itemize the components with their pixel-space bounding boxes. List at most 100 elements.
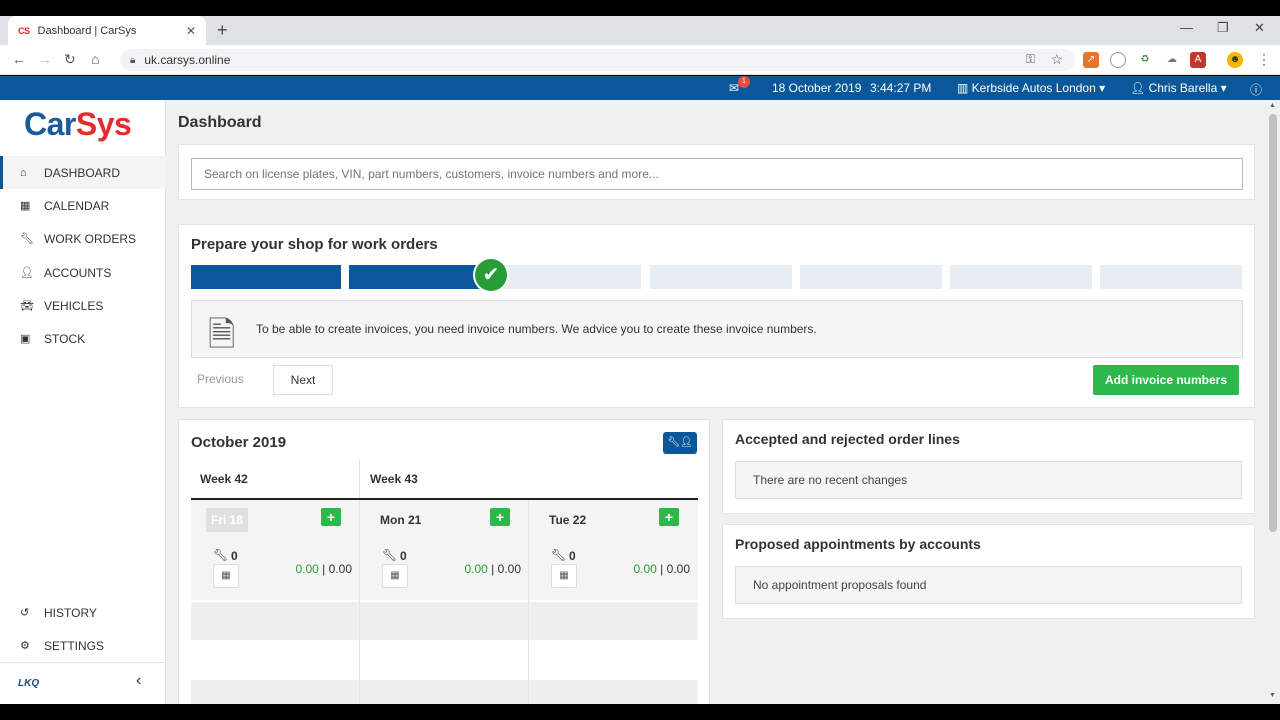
carsys-logo[interactable]: CarSys xyxy=(24,106,132,143)
day-label: Fri 18 xyxy=(206,508,249,532)
sidebar-item-history[interactable]: ↺ HISTORY xyxy=(0,596,166,629)
bottom-black-bar xyxy=(0,704,1280,720)
bookmark-star-icon[interactable]: ☆ xyxy=(1050,51,1063,68)
home-icon[interactable]: ⌂ xyxy=(91,51,99,67)
sidebar-item-accounts[interactable]: 👤︎ ACCOUNTS xyxy=(0,256,166,289)
step-complete-check-icon: ✔ xyxy=(473,257,509,293)
document-icon: 🗎︎ xyxy=(208,316,236,354)
calendar-day-icon[interactable]: ▦ xyxy=(213,564,239,588)
day-divider xyxy=(359,500,360,720)
reload-icon[interactable]: ↻ xyxy=(64,51,76,68)
key-icon[interactable]: ⚿ xyxy=(1026,52,1035,67)
user-menu[interactable]: 👤︎ Chris Barella ▾ xyxy=(1130,81,1227,95)
sidebar-item-work-orders[interactable]: 🔧︎ WORK ORDERS xyxy=(0,222,166,255)
forward-icon[interactable]: → xyxy=(38,51,52,67)
browser-tab-strip: CS Dashboard | CarSys ✕ + — ❐ ✕ xyxy=(0,16,1280,45)
sidebar-item-calendar[interactable]: ▦ CALENDAR xyxy=(0,189,166,222)
add-appointment-button[interactable]: + xyxy=(321,508,341,526)
calendar-day-icon[interactable]: ▦ xyxy=(382,564,408,588)
sidebar-item-label: WORK ORDERS xyxy=(44,231,137,246)
current-time: 3:44:27 PM xyxy=(870,81,932,95)
app-window: CS Dashboard | CarSys ✕ + — ❐ ✕ ← → ↻ ⌂ … xyxy=(0,0,1280,720)
sidebar-item-label: ACCOUNTS xyxy=(44,265,112,280)
help-icon[interactable]: ⓘ xyxy=(1250,81,1262,98)
sidebar-item-dashboard[interactable]: ⌂ DASHBOARD xyxy=(0,156,166,189)
amount-done: 0.00 xyxy=(464,562,488,576)
calendar-filter-button[interactable]: 🔧︎👤︎ xyxy=(663,432,697,454)
progress-step-5 xyxy=(800,265,942,289)
user-icon: 👤︎ xyxy=(20,267,34,279)
sidebar-item-vehicles[interactable]: 🚘︎ VEHICLES xyxy=(0,289,166,322)
progress-step-6 xyxy=(950,265,1092,289)
search-card xyxy=(178,144,1255,200)
lkq-logo: LKQ xyxy=(18,678,40,689)
minimize-icon[interactable]: — xyxy=(1180,20,1193,35)
url-field[interactable]: 🔒︎ uk.carsys.online ⚿ ☆ xyxy=(120,49,1075,71)
back-icon[interactable]: ← xyxy=(12,51,26,67)
extension-cloud-icon[interactable]: ☁ xyxy=(1164,52,1180,68)
sidebar-item-label: DASHBOARD xyxy=(44,165,121,180)
extension-circle-icon[interactable] xyxy=(1110,52,1126,68)
order-lines-title: Accepted and rejected order lines xyxy=(735,431,960,447)
gear-icon: ⚙ xyxy=(20,640,30,652)
search-input[interactable] xyxy=(191,158,1243,190)
amount-done: 0.00 xyxy=(633,562,657,576)
sidebar: CarSys ⌂ DASHBOARD ▦ CALENDAR 🔧︎ WORK ORDER… xyxy=(0,100,166,704)
garage-selector[interactable]: ▥ Kerbside Autos London ▾ xyxy=(957,81,1105,95)
onboarding-info-box: 🗎︎ To be able to create invoices, you ne… xyxy=(191,300,1243,358)
browser-menu-icon[interactable]: ⋮ xyxy=(1257,51,1271,68)
day-cell-fri-18[interactable]: Fri 18 + 🔧︎ 0 ▦ 0.00 | 0.00 xyxy=(191,500,360,600)
notification-badge: 1 xyxy=(738,76,750,88)
user-icon: 👤︎ xyxy=(1130,81,1149,95)
appointments-card: Proposed appointments by accounts No app… xyxy=(722,524,1255,619)
wrench-icon: 🔧︎ xyxy=(382,548,398,562)
new-tab-icon[interactable]: + xyxy=(217,20,228,41)
calendar-card: October 2019 🔧︎👤︎ Week 42 Week 43 Fri 18… xyxy=(178,419,710,720)
amount-total: 0.00 xyxy=(666,562,690,576)
sidebar-item-label: HISTORY xyxy=(44,605,97,620)
scroll-up-icon[interactable]: ▲ xyxy=(1269,102,1276,109)
day-cell-tue-22[interactable]: Tue 22 + 🔧︎ 0 ▦ 0.00 | 0.00 xyxy=(529,500,698,600)
scroll-down-icon[interactable]: ▼ xyxy=(1269,692,1276,699)
car-icon: 🚘︎ xyxy=(20,300,34,312)
work-order-count: 0 xyxy=(569,549,576,563)
page-scrollbar[interactable]: ▲ ▼ xyxy=(1266,100,1280,704)
week-label: Week 43 xyxy=(370,472,418,486)
collapse-sidebar-icon[interactable]: ‹ xyxy=(136,672,141,690)
day-amount: 0.00 | 0.00 xyxy=(464,562,521,576)
user-name: Chris Barella xyxy=(1148,81,1218,95)
add-invoice-numbers-button[interactable]: Add invoice numbers xyxy=(1093,365,1239,395)
previous-button[interactable]: Previous xyxy=(197,372,244,386)
appointments-title: Proposed appointments by accounts xyxy=(735,536,981,552)
wrench-icon: 🔧︎ xyxy=(20,233,34,245)
amount-done: 0.00 xyxy=(295,562,319,576)
work-order-count: 0 xyxy=(400,549,407,563)
scrollbar-thumb[interactable] xyxy=(1269,114,1277,532)
restore-icon[interactable]: ❐ xyxy=(1217,20,1229,36)
address-bar-row: ← → ↻ ⌂ 🔒︎ uk.carsys.online ⚿ ☆ ↗ ♻ ☁ A … xyxy=(0,45,1280,75)
profile-avatar[interactable]: ☻ xyxy=(1227,52,1243,68)
browser-tab[interactable]: CS Dashboard | CarSys ✕ xyxy=(8,16,206,45)
window-close-icon[interactable]: ✕ xyxy=(1254,20,1265,36)
wrench-icon: 🔧︎ xyxy=(213,548,229,562)
add-appointment-button[interactable]: + xyxy=(659,508,679,526)
extension-pdf-icon[interactable]: A xyxy=(1190,52,1206,68)
caret-down-icon: ▾ xyxy=(1217,81,1227,95)
day-cell-mon-21[interactable]: Mon 21 + 🔧︎ 0 ▦ 0.00 | 0.00 xyxy=(360,500,529,600)
extension-chart-icon[interactable]: ↗ xyxy=(1083,52,1099,68)
add-appointment-button[interactable]: + xyxy=(490,508,510,526)
home-icon: ⌂ xyxy=(20,166,27,179)
tab-close-icon[interactable]: ✕ xyxy=(186,24,196,38)
sidebar-item-settings[interactable]: ⚙ SETTINGS xyxy=(0,629,166,662)
calendar-day-icon[interactable]: ▦ xyxy=(551,564,577,588)
onboarding-card: Prepare your shop for work orders ✔ 🗎︎ T… xyxy=(178,224,1255,408)
day-label: Mon 21 xyxy=(380,513,422,527)
next-button[interactable]: Next xyxy=(273,365,333,395)
lock-icon: 🔒︎ xyxy=(130,54,136,66)
sidebar-item-label: CALENDAR xyxy=(44,198,110,213)
day-divider xyxy=(528,500,529,720)
extension-recycle-icon[interactable]: ♻ xyxy=(1137,52,1153,68)
work-order-count: 0 xyxy=(231,549,238,563)
history-icon: ↺ xyxy=(20,607,30,619)
sidebar-item-stock[interactable]: ▣ STOCK xyxy=(0,322,166,355)
